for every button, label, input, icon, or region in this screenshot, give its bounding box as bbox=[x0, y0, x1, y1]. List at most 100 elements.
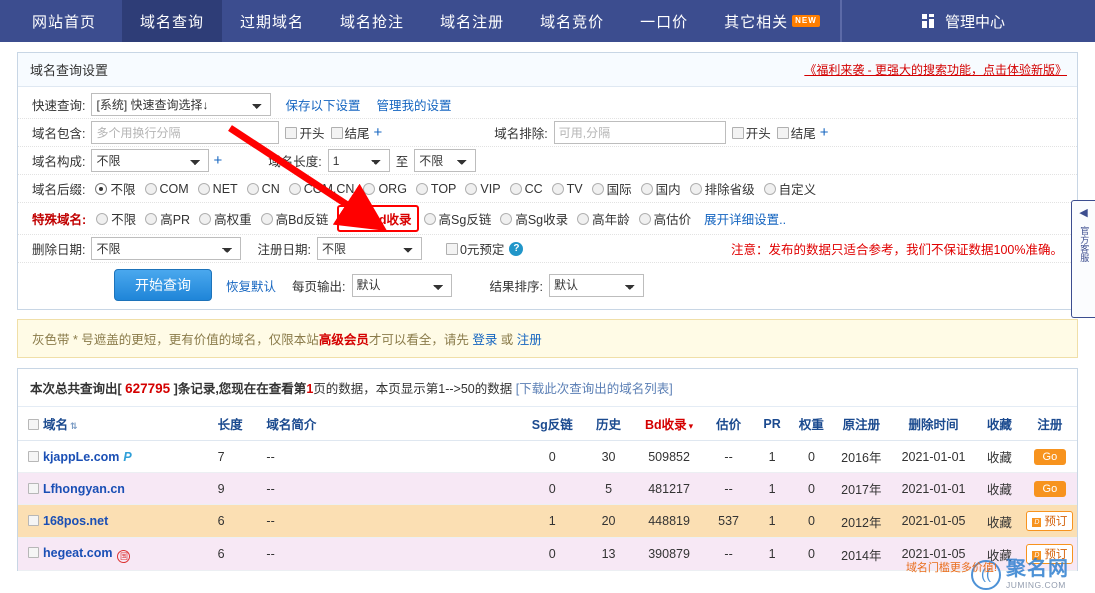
login-link[interactable]: 登录 bbox=[472, 333, 497, 347]
suffix-radio-cc[interactable]: CC bbox=[509, 182, 543, 196]
reset-default-link[interactable]: 恢复默认 bbox=[226, 276, 276, 295]
nav-item-expired-domain[interactable]: 过期域名 bbox=[222, 0, 322, 42]
domain-link[interactable]: Lfhongyan.cn bbox=[43, 482, 125, 496]
contain-start-checkbox[interactable]: 开头 bbox=[285, 123, 325, 142]
book-button[interactable]: D 预订 bbox=[1026, 511, 1074, 531]
special-radio-high-bd-backlink[interactable]: 高Bd反链 bbox=[260, 209, 328, 228]
save-settings-link[interactable]: 保存以下设置 bbox=[285, 95, 360, 114]
domain-link[interactable]: kjappLe.com bbox=[43, 450, 119, 464]
nav-item-home[interactable]: 网站首页 bbox=[0, 0, 122, 42]
register-link[interactable]: 注册 bbox=[517, 333, 542, 347]
radio-label: CN bbox=[261, 181, 280, 196]
nav-item-admin-center[interactable]: 管理中心 bbox=[921, 0, 1095, 42]
col-pr[interactable]: PR bbox=[753, 407, 792, 441]
domain-length-from-select[interactable]: 1 bbox=[327, 149, 390, 172]
col-label: Bd收录 bbox=[644, 418, 687, 432]
manage-settings-link[interactable]: 管理我的设置 bbox=[377, 95, 452, 114]
row-domain-contain-exclude: 域名包含: 开头 结尾 + 域名排除: 开头 结尾 + bbox=[18, 119, 1077, 147]
col-weight[interactable]: 权重 bbox=[791, 407, 832, 441]
download-list-link[interactable]: [下载此次查询出的域名列表] bbox=[516, 382, 673, 396]
suffix-radio-any[interactable]: 不限 bbox=[95, 179, 136, 198]
row-checkbox[interactable] bbox=[28, 515, 39, 526]
col-valuation[interactable]: 估价 bbox=[704, 407, 753, 441]
domain-exclude-input[interactable] bbox=[553, 121, 726, 144]
go-button[interactable]: Go bbox=[1033, 480, 1067, 497]
result-sort-select[interactable]: 默认 bbox=[548, 273, 644, 297]
delete-date-select[interactable]: 不限 bbox=[91, 237, 242, 260]
domain-compose-select[interactable]: 不限 bbox=[91, 149, 210, 172]
quick-query-label: 快速查询: bbox=[32, 99, 86, 113]
nav-label: 域名竞价 bbox=[540, 13, 605, 31]
suffix-radio-international[interactable]: 国际 bbox=[591, 179, 632, 198]
suffix-radio-exclude-provincial[interactable]: 排除省级 bbox=[689, 179, 755, 198]
domain-length-to-select[interactable]: 不限 bbox=[414, 149, 477, 172]
special-radio-high-weight[interactable]: 高权重 bbox=[199, 209, 252, 228]
col-bd-index[interactable]: Bd收录 ▾ bbox=[634, 407, 705, 441]
exclude-add-button[interactable]: + bbox=[820, 124, 829, 141]
special-radio-high-sg-index[interactable]: 高Sg收录 bbox=[500, 209, 568, 228]
promo-link[interactable]: 《福利来袭 - 更强大的搜索功能，点击体验新版》 bbox=[804, 61, 1067, 78]
domain-contain-input[interactable] bbox=[91, 121, 280, 144]
row-checkbox[interactable] bbox=[28, 546, 39, 558]
nav-item-domain-auction[interactable]: 域名竞价 bbox=[522, 0, 622, 42]
special-radio-any[interactable]: 不限 bbox=[96, 209, 136, 228]
suffix-radio-net[interactable]: NET bbox=[197, 182, 238, 196]
radio-label: TOP bbox=[430, 181, 457, 196]
suffix-radio-domestic[interactable]: 国内 bbox=[640, 179, 681, 198]
register-date-select[interactable]: 不限 bbox=[316, 237, 422, 260]
cell-bd-index: 390879 bbox=[634, 537, 705, 571]
domain-link[interactable]: hegeat.com bbox=[43, 546, 112, 560]
col-length[interactable]: 长度 bbox=[215, 407, 265, 441]
suffix-radio-tv[interactable]: TV bbox=[551, 182, 583, 196]
col-delete-time[interactable]: 删除时间 bbox=[891, 407, 977, 441]
nav-item-domain-search[interactable]: 域名查询 bbox=[122, 0, 223, 42]
row-checkbox[interactable] bbox=[28, 482, 39, 494]
suffix-radio-vip[interactable]: VIP bbox=[465, 182, 501, 196]
collapse-arrow-icon[interactable]: ◀ bbox=[1072, 205, 1095, 222]
exclude-end-checkbox[interactable]: 结尾 bbox=[776, 123, 816, 142]
nav-item-domain-register[interactable]: 域名注册 bbox=[422, 0, 522, 42]
expand-detail-settings-link[interactable]: 展开详细设置.. bbox=[704, 209, 786, 228]
col-original-registration[interactable]: 原注册 bbox=[831, 407, 892, 441]
special-radio-high-sg-backlink[interactable]: 高Sg反链 bbox=[423, 209, 491, 228]
notice-text-1: 灰色带 * 号遮盖的更短，更有价值的域名，仅限本站 bbox=[32, 333, 319, 347]
cell-pr: 1 bbox=[753, 472, 792, 505]
favorite-link[interactable]: 收藏 bbox=[976, 440, 1023, 473]
nav-item-domain-backorder[interactable]: 域名抢注 bbox=[322, 0, 422, 42]
nav-item-others[interactable]: 其它相关 NEW bbox=[706, 0, 838, 42]
per-page-select[interactable]: 默认 bbox=[351, 273, 452, 297]
contain-add-button[interactable]: + bbox=[374, 124, 383, 141]
nav-item-fixed-price[interactable]: 一口价 bbox=[622, 0, 706, 42]
compose-add-button[interactable]: + bbox=[213, 152, 222, 169]
row-checkbox[interactable] bbox=[28, 450, 39, 462]
exclude-start-checkbox[interactable]: 开头 bbox=[731, 123, 771, 142]
favorite-link[interactable]: 收藏 bbox=[976, 472, 1023, 505]
select-all-checkbox[interactable] bbox=[28, 419, 39, 430]
go-button[interactable]: Go bbox=[1033, 448, 1067, 465]
radio-label: COM bbox=[159, 181, 189, 196]
side-service-panel[interactable]: ◀ 官方客服 bbox=[1071, 200, 1095, 318]
suffix-radio-cn[interactable]: CN bbox=[246, 181, 280, 196]
member-notice-bar: 灰色带 * 号遮盖的更短，更有价值的域名，仅限本站高级会员才可以看全，请先 登录… bbox=[17, 319, 1078, 358]
special-radio-high-valuation[interactable]: 高估价 bbox=[638, 209, 691, 228]
domain-link[interactable]: 168pos.net bbox=[43, 514, 108, 528]
special-radio-high-age[interactable]: 高年龄 bbox=[577, 209, 630, 228]
suffix-radio-comcn[interactable]: COM.CN bbox=[288, 182, 354, 196]
book-button[interactable]: D 预订 bbox=[1026, 544, 1074, 564]
suffix-radio-org[interactable]: ORG bbox=[363, 182, 407, 196]
col-sg-backlink[interactable]: Sg反链 bbox=[521, 407, 584, 441]
col-domain[interactable]: 域名 ⇅ bbox=[18, 407, 216, 441]
suffix-radio-com[interactable]: COM bbox=[144, 181, 189, 196]
col-history[interactable]: 历史 bbox=[583, 407, 635, 441]
start-query-button[interactable]: 开始查询 bbox=[114, 269, 212, 301]
checkbox-label: 结尾 bbox=[344, 127, 370, 141]
quick-query-select[interactable]: [系统] 快速查询选择↓ bbox=[91, 93, 272, 116]
contain-end-checkbox[interactable]: 结尾 bbox=[330, 123, 370, 142]
special-radio-high-pr[interactable]: 高PR bbox=[145, 209, 190, 228]
zero-yuan-reserve-checkbox[interactable]: 0元预定 bbox=[445, 239, 504, 258]
special-radio-high-bd-index[interactable]: 高Bd收录 bbox=[337, 205, 419, 232]
favorite-link[interactable]: 收藏 bbox=[976, 504, 1023, 538]
help-icon[interactable]: ? bbox=[509, 241, 524, 256]
suffix-radio-top[interactable]: TOP bbox=[415, 181, 457, 196]
suffix-radio-custom[interactable]: 自定义 bbox=[763, 179, 816, 198]
